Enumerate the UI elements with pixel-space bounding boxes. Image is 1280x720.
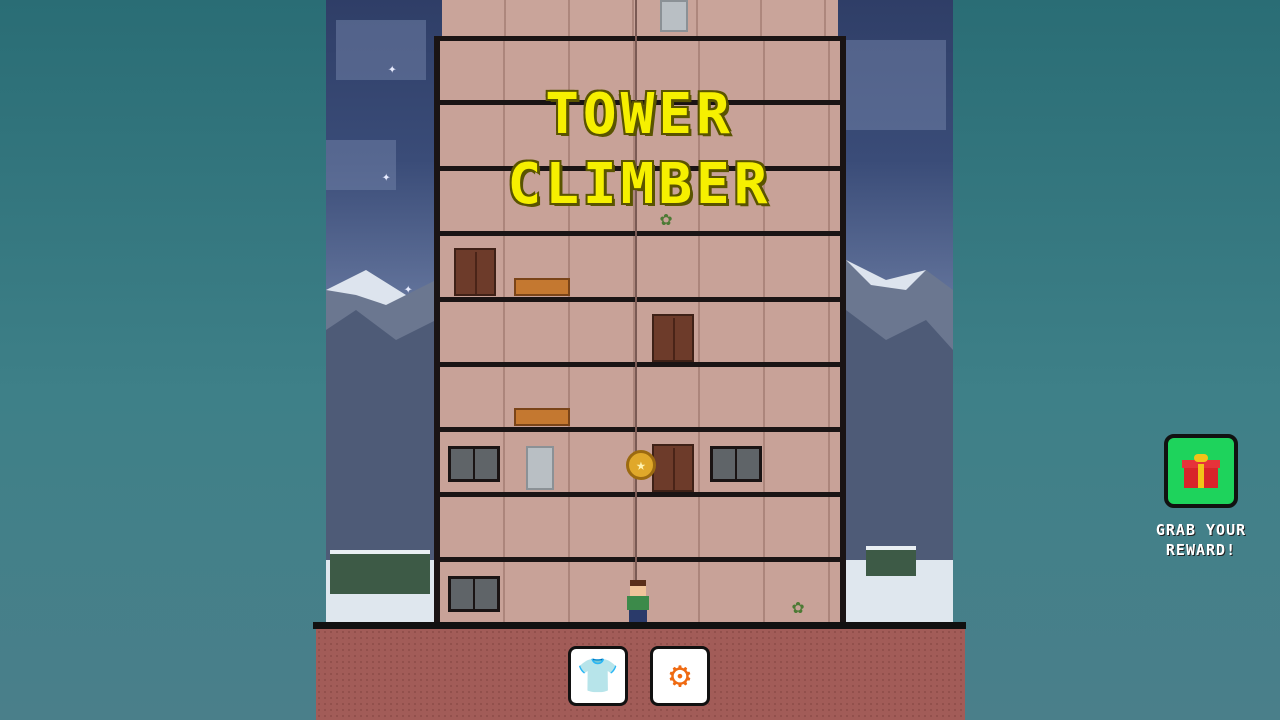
star-icon: ✦ <box>388 61 397 77</box>
door <box>652 314 694 362</box>
window <box>448 576 500 612</box>
couch <box>514 278 570 296</box>
tower-top-floor <box>442 0 838 40</box>
game-scene: ✦ ✦ ✦ ✦ ✿ ★ <box>326 0 953 720</box>
reward-label-line-1: GRAB YOUR <box>1155 521 1247 539</box>
title-line-1: TOWER <box>545 82 734 147</box>
gear-icon: ⚙ <box>669 655 691 696</box>
fridge <box>660 0 688 32</box>
snowy-bush <box>866 546 916 576</box>
reward-button[interactable] <box>1164 434 1238 508</box>
star-coin-icon[interactable]: ★ <box>626 450 656 480</box>
floor-ledge <box>434 492 846 497</box>
floor-ledge <box>434 557 846 562</box>
window <box>448 446 500 482</box>
ground-edge <box>313 622 966 629</box>
reward-label-line-2: REWARD! <box>1165 541 1237 559</box>
fridge <box>526 446 554 490</box>
floor-ledge <box>434 297 846 302</box>
floor-ledge <box>434 362 846 367</box>
door <box>652 444 694 492</box>
floor-ledge <box>434 427 846 432</box>
window <box>710 446 762 482</box>
door <box>454 248 496 296</box>
settings-button[interactable]: ⚙ <box>650 646 710 706</box>
cloud <box>336 20 426 80</box>
floor-ledge <box>434 36 846 41</box>
couch <box>514 408 570 426</box>
floor-ledge <box>434 231 846 236</box>
player-legs <box>629 610 647 622</box>
snowy-bush <box>330 550 430 594</box>
shop-button[interactable]: 👕 <box>568 646 628 706</box>
title-line-2: CLIMBER <box>507 152 772 217</box>
player-head <box>630 580 646 596</box>
shirt-icon: 👕 <box>576 656 620 696</box>
ground <box>316 629 965 720</box>
reward-label[interactable]: GRAB YOUR REWARD! <box>1128 520 1274 560</box>
player-character <box>621 580 655 624</box>
player-torso <box>627 596 649 610</box>
gift-icon <box>1182 454 1220 488</box>
potted-plant-icon: ✿ <box>792 594 805 618</box>
